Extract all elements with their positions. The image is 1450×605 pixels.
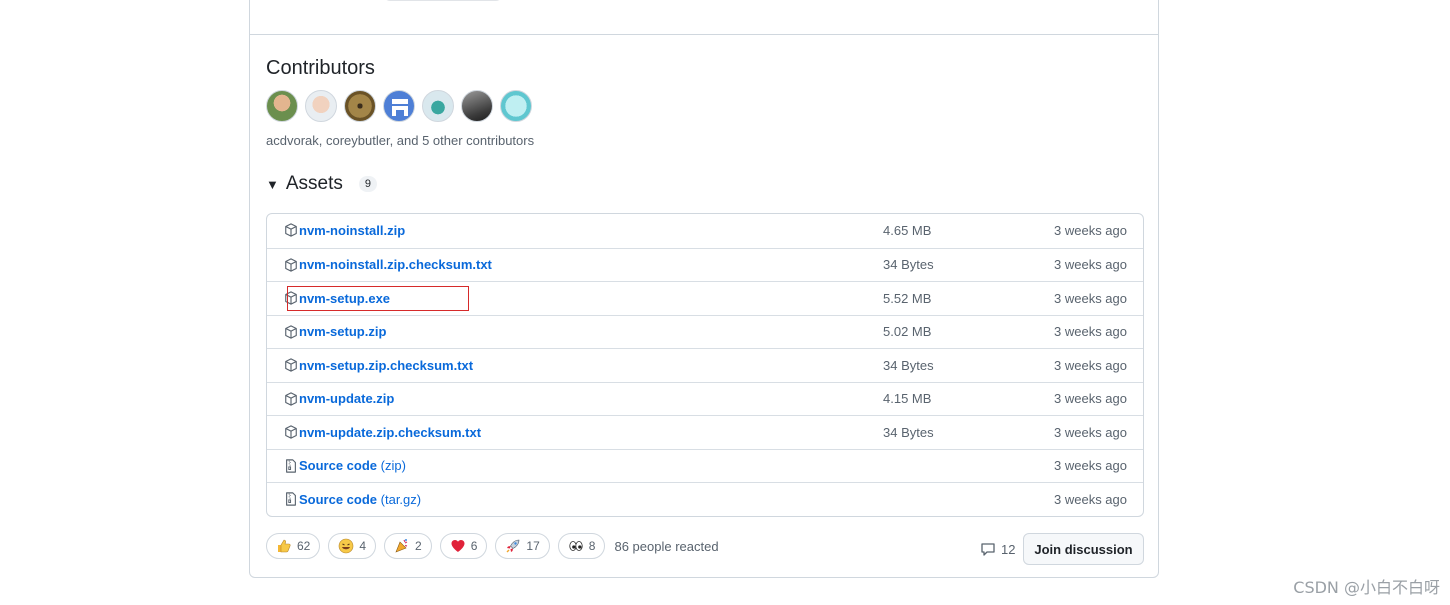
file-zip-icon: [286, 492, 296, 506]
avatar[interactable]: [266, 90, 298, 122]
asset-row: nvm-setup.exe 5.52 MB 3 weeks ago: [267, 281, 1143, 315]
asset-row: nvm-update.zip.checksum.txt 34 Bytes 3 w…: [267, 415, 1143, 449]
asset-link[interactable]: nvm-setup.zip: [299, 324, 386, 339]
thumbs-up-icon: [278, 539, 291, 553]
asset-link[interactable]: nvm-noinstall.zip: [299, 223, 405, 238]
file-zip-icon: [286, 458, 296, 473]
reaction-thumbs-up[interactable]: 62: [266, 533, 321, 559]
assets-count-badge: 9: [358, 176, 378, 192]
asset-size: 4.65 MB: [883, 223, 932, 239]
asset-date: 3 weeks ago: [1054, 458, 1127, 474]
avatar[interactable]: [461, 90, 493, 122]
asset-size: 34 Bytes: [883, 424, 934, 440]
reactions-summary: 86 people reacted: [614, 538, 719, 554]
asset-link[interactable]: Source code (zip): [299, 458, 406, 473]
asset-row: nvm-noinstall.zip 4.65 MB 3 weeks ago: [267, 214, 1143, 248]
eyes-icon: [569, 541, 583, 551]
asset-date: 3 weeks ago: [1054, 491, 1127, 507]
avatar[interactable]: [383, 90, 415, 122]
asset-date: 3 weeks ago: [1054, 290, 1127, 306]
top-button-stub[interactable]: [384, 0, 502, 1]
asset-size: 4.15 MB: [883, 391, 932, 407]
avatar[interactable]: [422, 90, 454, 122]
asset-date: 3 weeks ago: [1054, 391, 1127, 407]
asset-row: nvm-noinstall.zip.checksum.txt 34 Bytes …: [267, 247, 1143, 282]
asset-size: 34 Bytes: [883, 257, 934, 273]
asset-link[interactable]: nvm-noinstall.zip.checksum.txt: [299, 257, 492, 272]
asset-row: Source code (zip) 3 weeks ago: [267, 448, 1143, 483]
asset-size: 34 Bytes: [883, 357, 934, 373]
release-card: Contributors acdvorak, coreybutler, and …: [249, 0, 1159, 578]
heart-icon: [451, 540, 465, 552]
comment-count[interactable]: 12: [980, 541, 1015, 557]
section-divider: [250, 34, 1158, 35]
comment-icon: [981, 543, 995, 556]
assets-toggle[interactable]: ▼ Assets 9: [266, 173, 378, 195]
asset-link[interactable]: nvm-update.zip: [299, 391, 394, 406]
avatar[interactable]: [500, 90, 532, 122]
asset-size: 5.52 MB: [883, 290, 932, 306]
avatar[interactable]: [344, 90, 376, 122]
asset-link[interactable]: nvm-update.zip.checksum.txt: [299, 425, 481, 440]
package-icon: [285, 257, 297, 272]
asset-date: 3 weeks ago: [1054, 257, 1127, 273]
caret-down-icon: ▼: [266, 176, 279, 192]
avatar[interactable]: [305, 90, 337, 122]
asset-link[interactable]: nvm-setup.zip.checksum.txt: [299, 358, 473, 373]
asset-link[interactable]: nvm-setup.exe: [299, 291, 390, 306]
reaction-heart[interactable]: 6: [439, 533, 488, 559]
package-icon: [285, 291, 297, 305]
reaction-rocket[interactable]: 17: [495, 533, 550, 559]
asset-date: 3 weeks ago: [1054, 424, 1127, 440]
asset-date: 3 weeks ago: [1054, 223, 1127, 239]
package-icon: [285, 223, 297, 237]
reaction-hooray[interactable]: 2: [384, 533, 432, 559]
hooray-icon: [395, 539, 408, 553]
asset-link[interactable]: Source code (tar.gz): [299, 492, 421, 507]
asset-row: nvm-setup.zip 5.02 MB 3 weeks ago: [267, 314, 1143, 349]
contributors-summary: acdvorak, coreybutler, and 5 other contr…: [266, 133, 535, 148]
asset-row: Source code (tar.gz) 3 weeks ago: [267, 482, 1143, 516]
reaction-eyes[interactable]: 8: [557, 533, 606, 559]
asset-date: 3 weeks ago: [1054, 324, 1127, 340]
package-icon: [285, 324, 297, 339]
contributor-avatars: [266, 90, 532, 122]
asset-row: nvm-update.zip 4.15 MB 3 weeks ago: [267, 381, 1143, 416]
asset-list: nvm-noinstall.zip 4.65 MB 3 weeks ago nv…: [266, 213, 1144, 517]
reactions-bar: 62 4 2 6 17 8 86 people reacted: [266, 533, 719, 559]
watermark: CSDN @小白不白呀: [1293, 578, 1440, 597]
package-icon: [285, 358, 297, 372]
asset-date: 3 weeks ago: [1054, 357, 1127, 373]
assets-title: Assets: [285, 173, 343, 194]
package-icon: [285, 391, 297, 406]
package-icon: [285, 425, 297, 439]
rocket-icon: [506, 539, 520, 553]
asset-size: 5.02 MB: [883, 324, 932, 340]
reaction-laugh[interactable]: 4: [328, 533, 377, 559]
asset-row: nvm-setup.zip.checksum.txt 34 Bytes 3 we…: [267, 348, 1143, 382]
join-discussion-button[interactable]: Join discussion: [1023, 533, 1144, 565]
contributors-title: Contributors: [266, 57, 375, 79]
laugh-icon: [339, 538, 354, 554]
